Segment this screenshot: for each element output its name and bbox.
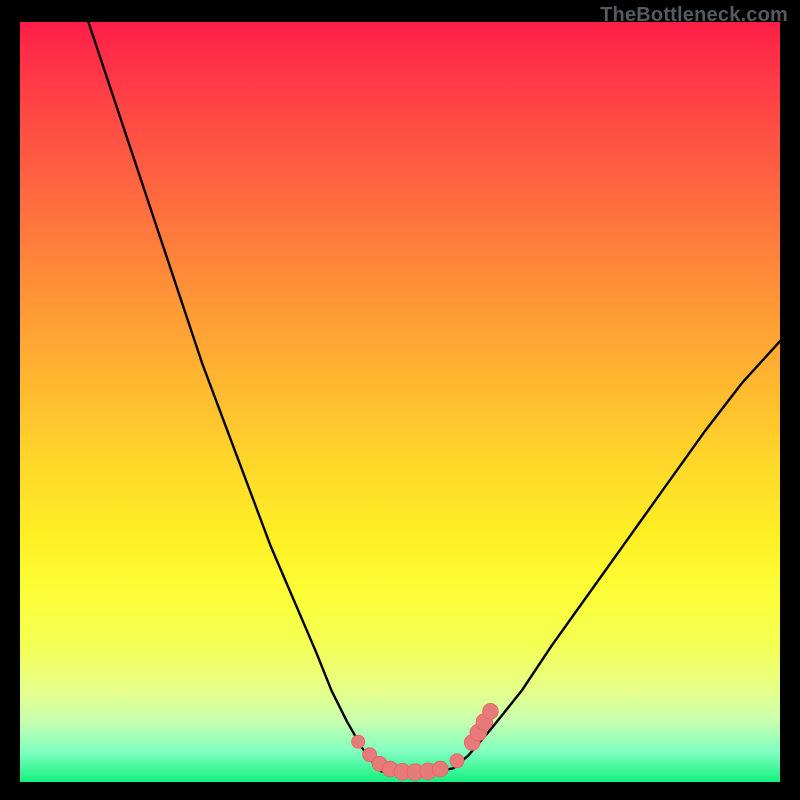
bottleneck-curve bbox=[88, 22, 780, 773]
valley-markers bbox=[352, 703, 499, 780]
chart-svg bbox=[20, 22, 780, 782]
valley-marker bbox=[450, 754, 464, 768]
chart-stage: TheBottleneck.com bbox=[0, 0, 800, 800]
valley-marker bbox=[352, 735, 365, 748]
valley-marker bbox=[483, 703, 499, 719]
valley-marker bbox=[432, 761, 448, 777]
plot-area bbox=[20, 22, 780, 782]
